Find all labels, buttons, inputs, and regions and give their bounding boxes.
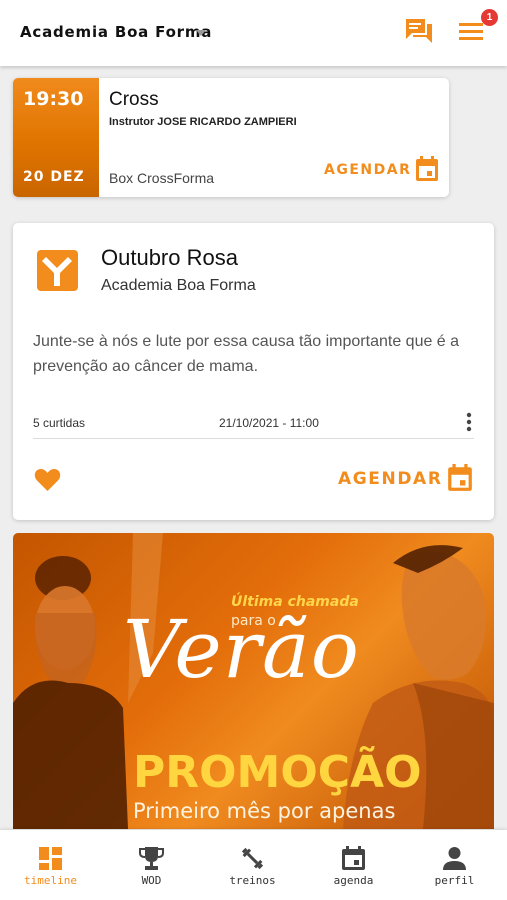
nav-perfil[interactable]: perfil bbox=[404, 830, 505, 900]
class-time: 19:30 bbox=[23, 88, 84, 110]
heart-icon[interactable] bbox=[34, 467, 61, 492]
trophy-icon bbox=[139, 847, 164, 870]
post-likes: 5 curtidas bbox=[33, 416, 86, 430]
class-date: 20 DEZ bbox=[23, 169, 85, 185]
banner-headline: Verão bbox=[123, 603, 360, 696]
app-header: Academia Boa Forma 1 bbox=[0, 0, 507, 66]
calendar-icon[interactable] bbox=[447, 464, 473, 492]
chat-icon[interactable] bbox=[405, 18, 433, 44]
notification-badge: 1 bbox=[481, 9, 498, 26]
class-instructor: Instrutor JOSE RICARDO ZAMPIERI bbox=[109, 116, 297, 128]
post-author: Academia Boa Forma bbox=[101, 277, 256, 294]
menu-icon[interactable] bbox=[459, 20, 485, 42]
more-vert-icon[interactable] bbox=[466, 412, 472, 432]
academy-logo-icon bbox=[37, 250, 78, 291]
nav-agenda[interactable]: agenda bbox=[303, 830, 404, 900]
class-schedule-button[interactable]: AGENDAR bbox=[324, 162, 411, 178]
class-name: Cross bbox=[109, 89, 159, 110]
post-datetime: 21/10/2021 - 11:00 bbox=[219, 416, 319, 430]
gym-selector-label[interactable]: Academia Boa Forma bbox=[20, 23, 212, 41]
nav-label-timeline: timeline bbox=[24, 874, 77, 887]
dumbbell-icon bbox=[241, 847, 264, 870]
nav-wod[interactable]: WOD bbox=[101, 830, 202, 900]
nav-label-treinos: treinos bbox=[229, 874, 276, 887]
bottom-nav: timeline WOD treinos agenda perfil bbox=[0, 830, 507, 900]
banner-promo: PROMOÇÃO bbox=[133, 747, 422, 798]
nav-timeline[interactable]: timeline bbox=[0, 830, 101, 900]
person-icon bbox=[443, 847, 466, 870]
post-divider bbox=[33, 438, 474, 439]
nav-label-wod: WOD bbox=[141, 874, 162, 887]
nav-treinos[interactable]: treinos bbox=[202, 830, 303, 900]
nav-label-agenda: agenda bbox=[333, 874, 374, 887]
post-title: Outubro Rosa bbox=[101, 245, 238, 270]
caret-down-icon[interactable] bbox=[196, 30, 206, 36]
post-schedule-button[interactable]: AGENDAR bbox=[338, 469, 443, 489]
banner-subline: Primeiro mês por apenas bbox=[133, 799, 396, 823]
post-body: Junte-se à nós e lute por essa causa tão… bbox=[33, 333, 460, 375]
class-card[interactable]: 19:30 20 DEZ Cross Instrutor JOSE RICARD… bbox=[13, 78, 449, 197]
dashboard-icon bbox=[39, 847, 62, 870]
promo-banner[interactable]: Última chamada para o Verão PROMOÇÃO Pri… bbox=[13, 533, 494, 829]
class-room: Box CrossForma bbox=[109, 170, 215, 186]
class-date-box: 19:30 20 DEZ bbox=[13, 78, 99, 197]
calendar-icon[interactable] bbox=[415, 156, 439, 182]
calendar-icon bbox=[342, 846, 365, 870]
nav-label-perfil: perfil bbox=[434, 874, 475, 887]
post-card: Outubro Rosa Academia Boa Forma Junte-se… bbox=[13, 223, 494, 520]
